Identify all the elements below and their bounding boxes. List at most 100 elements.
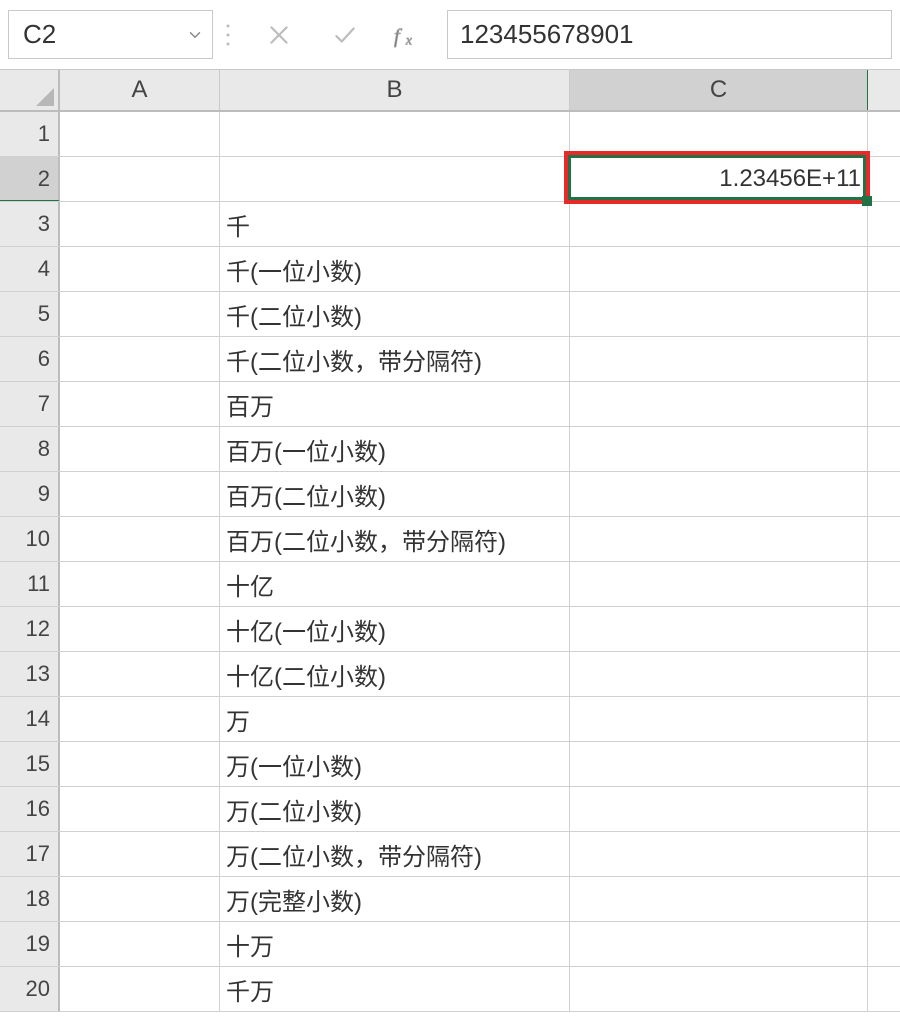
row-header[interactable]: 10: [0, 517, 60, 561]
cell-C14[interactable]: [570, 697, 868, 741]
cell-D6[interactable]: [868, 337, 900, 381]
row-header[interactable]: 8: [0, 427, 60, 471]
cell-A13[interactable]: [60, 652, 220, 696]
row-header[interactable]: 19: [0, 922, 60, 966]
row-header[interactable]: 15: [0, 742, 60, 786]
column-header-A[interactable]: A: [60, 70, 220, 110]
cell-C9[interactable]: [570, 472, 868, 516]
cell-A19[interactable]: [60, 922, 220, 966]
cell-D14[interactable]: [868, 697, 900, 741]
row-header[interactable]: 16: [0, 787, 60, 831]
cell-C4[interactable]: [570, 247, 868, 291]
cell-A6[interactable]: [60, 337, 220, 381]
cell-C20[interactable]: [570, 967, 868, 1011]
cell-C11[interactable]: [570, 562, 868, 606]
cell-B12[interactable]: 十亿(一位小数): [220, 607, 570, 651]
cell-D15[interactable]: [868, 742, 900, 786]
insert-function-button[interactable]: f x: [383, 12, 439, 58]
formula-input[interactable]: 123455678901: [447, 10, 892, 59]
cell-C15[interactable]: [570, 742, 868, 786]
cell-A11[interactable]: [60, 562, 220, 606]
cell-C6[interactable]: [570, 337, 868, 381]
cell-B13[interactable]: 十亿(二位小数): [220, 652, 570, 696]
row-header[interactable]: 9: [0, 472, 60, 516]
cell-A8[interactable]: [60, 427, 220, 471]
cell-B9[interactable]: 百万(二位小数): [220, 472, 570, 516]
row-header[interactable]: 7: [0, 382, 60, 426]
cell-D20[interactable]: [868, 967, 900, 1011]
cell-C5[interactable]: [570, 292, 868, 336]
cell-A20[interactable]: [60, 967, 220, 1011]
name-box[interactable]: C2: [8, 10, 213, 59]
column-header-C[interactable]: C: [570, 70, 868, 110]
cell-C2[interactable]: 1.23456E+11: [570, 157, 868, 201]
cell-A5[interactable]: [60, 292, 220, 336]
cell-C18[interactable]: [570, 877, 868, 921]
cell-B20[interactable]: 千万: [220, 967, 570, 1011]
cell-D9[interactable]: [868, 472, 900, 516]
cell-B19[interactable]: 十万: [220, 922, 570, 966]
row-header[interactable]: 4: [0, 247, 60, 291]
cell-A18[interactable]: [60, 877, 220, 921]
cell-C1[interactable]: [570, 112, 868, 156]
cell-D7[interactable]: [868, 382, 900, 426]
cell-A16[interactable]: [60, 787, 220, 831]
cell-D2[interactable]: [868, 157, 900, 201]
cell-C10[interactable]: [570, 517, 868, 561]
cell-B1[interactable]: [220, 112, 570, 156]
row-header[interactable]: 3: [0, 202, 60, 246]
row-header[interactable]: 6: [0, 337, 60, 381]
cell-B15[interactable]: 万(一位小数): [220, 742, 570, 786]
cell-C19[interactable]: [570, 922, 868, 966]
row-header[interactable]: 5: [0, 292, 60, 336]
row-header[interactable]: 18: [0, 877, 60, 921]
cell-B4[interactable]: 千(一位小数): [220, 247, 570, 291]
row-header[interactable]: 2: [0, 157, 60, 201]
cell-A12[interactable]: [60, 607, 220, 651]
cell-B16[interactable]: 万(二位小数): [220, 787, 570, 831]
cell-C12[interactable]: [570, 607, 868, 651]
cell-B8[interactable]: 百万(一位小数): [220, 427, 570, 471]
cell-C17[interactable]: [570, 832, 868, 876]
cell-D12[interactable]: [868, 607, 900, 651]
cell-D17[interactable]: [868, 832, 900, 876]
enter-button[interactable]: [317, 12, 373, 58]
cell-B5[interactable]: 千(二位小数): [220, 292, 570, 336]
cell-D13[interactable]: [868, 652, 900, 696]
cell-A14[interactable]: [60, 697, 220, 741]
cell-A17[interactable]: [60, 832, 220, 876]
cell-B17[interactable]: 万(二位小数，带分隔符): [220, 832, 570, 876]
cell-C13[interactable]: [570, 652, 868, 696]
cell-D3[interactable]: [868, 202, 900, 246]
cell-D4[interactable]: [868, 247, 900, 291]
cell-D10[interactable]: [868, 517, 900, 561]
cell-A3[interactable]: [60, 202, 220, 246]
cell-B11[interactable]: 十亿: [220, 562, 570, 606]
cell-D1[interactable]: [868, 112, 900, 156]
cell-B2[interactable]: [220, 157, 570, 201]
cell-A2[interactable]: [60, 157, 220, 201]
select-all-button[interactable]: [0, 70, 60, 110]
cell-A10[interactable]: [60, 517, 220, 561]
row-header[interactable]: 20: [0, 967, 60, 1011]
cell-A15[interactable]: [60, 742, 220, 786]
column-header-next[interactable]: [868, 70, 900, 110]
row-header[interactable]: 13: [0, 652, 60, 696]
row-header[interactable]: 11: [0, 562, 60, 606]
cell-D8[interactable]: [868, 427, 900, 471]
cell-B14[interactable]: 万: [220, 697, 570, 741]
cell-B3[interactable]: 千: [220, 202, 570, 246]
row-header[interactable]: 12: [0, 607, 60, 651]
cell-D16[interactable]: [868, 787, 900, 831]
cell-C3[interactable]: [570, 202, 868, 246]
cell-C7[interactable]: [570, 382, 868, 426]
cell-D19[interactable]: [868, 922, 900, 966]
cell-B6[interactable]: 千(二位小数，带分隔符): [220, 337, 570, 381]
chevron-down-icon[interactable]: [186, 11, 204, 58]
cell-B10[interactable]: 百万(二位小数，带分隔符): [220, 517, 570, 561]
column-header-B[interactable]: B: [220, 70, 570, 110]
row-header[interactable]: 14: [0, 697, 60, 741]
cell-D18[interactable]: [868, 877, 900, 921]
cell-D5[interactable]: [868, 292, 900, 336]
cell-D11[interactable]: [868, 562, 900, 606]
